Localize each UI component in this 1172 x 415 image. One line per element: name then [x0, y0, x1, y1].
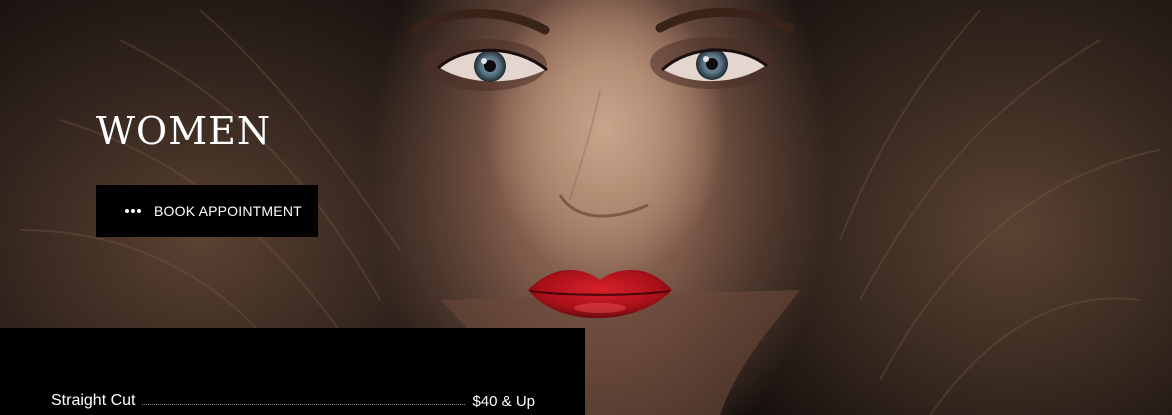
book-appointment-label: BOOK APPOINTMENT: [154, 203, 302, 219]
book-appointment-button[interactable]: BOOK APPOINTMENT: [96, 185, 318, 237]
service-name: Straight Cut: [51, 392, 136, 409]
page-title: WOMEN: [96, 109, 272, 153]
dots-icon: [125, 209, 141, 213]
price-list-panel: Straight Cut $40 & Up: [0, 328, 585, 415]
list-item: Straight Cut $40 & Up: [51, 392, 535, 410]
dotted-leader: [142, 403, 466, 405]
service-price: $40 & Up: [472, 392, 535, 410]
hero-banner: WOMEN BOOK APPOINTMENT Straight Cut $40 …: [0, 0, 1172, 415]
